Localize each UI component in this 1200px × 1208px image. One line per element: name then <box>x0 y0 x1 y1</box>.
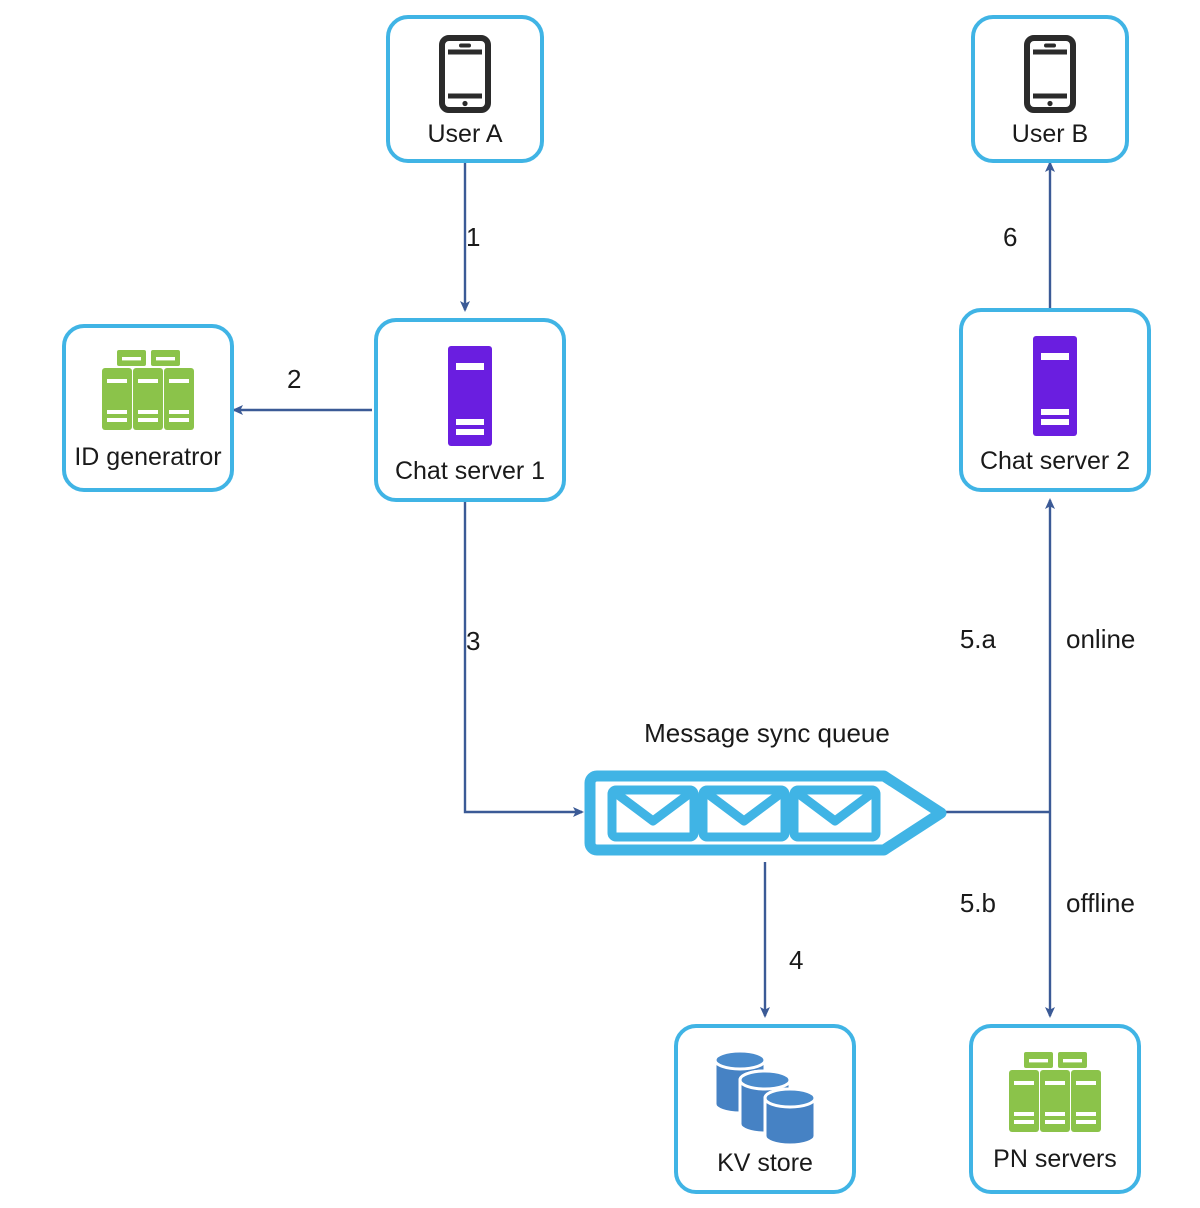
node-kv-store[interactable]: KV store <box>674 1024 856 1194</box>
smartphone-icon <box>1024 35 1076 113</box>
node-user-a[interactable]: User A <box>386 15 544 163</box>
node-label-chat-server-1: Chat server 1 <box>394 457 546 485</box>
node-label-user-b: User B <box>1011 120 1089 148</box>
queue-title: Message sync queue <box>644 718 890 748</box>
node-pn-servers[interactable]: PN servers <box>969 1024 1141 1194</box>
node-label-id-generator: ID generatror <box>74 443 222 471</box>
node-label-user-a: User A <box>427 120 503 148</box>
node-label-chat-server-2: Chat server 2 <box>979 447 1131 475</box>
smartphone-icon <box>439 35 491 113</box>
edge-label-5b-offline: offline <box>1066 888 1135 918</box>
server-purple-icon <box>1031 334 1079 438</box>
envelope-icon <box>789 785 881 842</box>
envelope-icon <box>698 785 790 842</box>
edge-label-5b: 5.b <box>959 888 996 918</box>
database-cylinders-icon <box>705 1044 825 1144</box>
envelope-icon <box>607 785 699 842</box>
node-label-pn-servers: PN servers <box>993 1145 1117 1173</box>
edge-label-4: 4 <box>789 945 804 975</box>
edge-label-3: 3 <box>466 626 481 656</box>
node-chat-server-1[interactable]: Chat server 1 <box>374 318 566 502</box>
edge-label-5a: 5.a <box>959 624 996 654</box>
node-chat-server-2[interactable]: Chat server 2 <box>959 308 1151 492</box>
server-rack-green-icon <box>1002 1050 1108 1136</box>
diagram-canvas: 1 2 3 4 5.a online 5.b offline 6 User A <box>0 0 1200 1208</box>
node-message-sync-queue[interactable] <box>584 757 956 869</box>
edge-label-5a-online: online <box>1066 624 1136 654</box>
server-purple-icon <box>446 344 494 448</box>
server-rack-green-icon <box>95 348 201 434</box>
edge-label-2: 2 <box>287 364 302 394</box>
edge-label-6: 6 <box>1003 222 1018 252</box>
node-id-generator[interactable]: ID generatror <box>62 324 234 492</box>
edge-3-chat-server-1-to-message-queue <box>463 502 584 817</box>
node-label-kv-store: KV store <box>717 1149 813 1177</box>
edge-label-1: 1 <box>466 222 481 252</box>
node-user-b[interactable]: User B <box>971 15 1129 163</box>
